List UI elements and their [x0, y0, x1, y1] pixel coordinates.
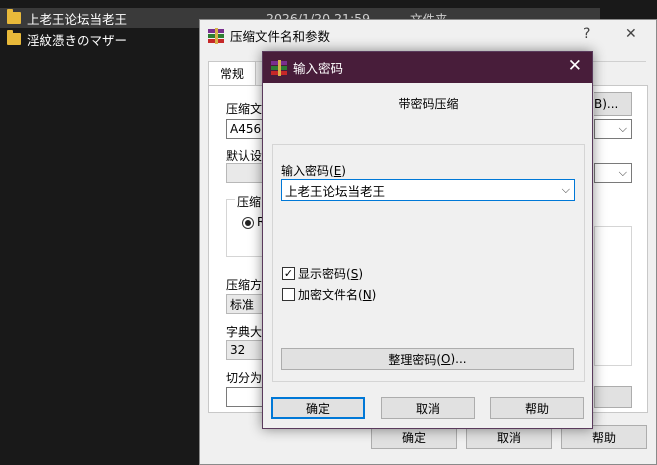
winrar-icon — [271, 59, 287, 76]
show-password-label: 显示密码(S) — [298, 267, 363, 281]
password-input[interactable]: 上老王论坛当老王 ⌵ — [281, 179, 575, 201]
explorer-row-name: 上老王论坛当老王 — [27, 11, 128, 27]
organize-passwords-button[interactable]: 整理密码(O)... — [281, 348, 574, 370]
split-volume-input[interactable] — [226, 387, 266, 407]
set-password-button[interactable] — [594, 386, 632, 408]
cancel-button[interactable]: 取消 — [381, 397, 475, 419]
method-value: 标准 — [230, 297, 255, 312]
encrypt-filenames-checkbox[interactable]: 加密文件名(N) — [282, 286, 376, 303]
explorer-row-name: 淫紋憑きのマザー — [27, 32, 128, 48]
close-icon[interactable]: ✕ — [625, 26, 637, 42]
rar-format-radio[interactable] — [242, 217, 254, 229]
archive-name-label: 压缩文 — [226, 102, 263, 116]
method-dropdown[interactable]: 标准 — [226, 294, 266, 314]
chevron-down-icon: ⌵ — [618, 166, 627, 179]
encrypt-filenames-label: 加密文件名(N) — [298, 288, 377, 302]
enter-password-dialog: 输入密码 ✕ 带密码压缩 输入密码(E) 上老王论坛当老王 ⌵ ✓ 显示密码(S… — [262, 51, 593, 429]
help-button[interactable]: 帮助 — [490, 397, 584, 419]
winrar-icon — [208, 27, 224, 44]
password-dialog-titlebar[interactable]: 输入密码 ✕ — [263, 52, 592, 83]
dictionary-dropdown[interactable]: 32 — [226, 340, 266, 360]
archive-name-dropdown[interactable]: ⌵ — [594, 119, 632, 139]
password-value: 上老王论坛当老王 — [285, 183, 386, 199]
show-password-checkbox[interactable]: ✓ 显示密码(S) — [282, 265, 363, 282]
options-groupbox — [594, 226, 632, 366]
help-icon[interactable]: ? — [583, 26, 590, 42]
checkmark-icon[interactable]: ✓ — [282, 267, 295, 280]
browse-button[interactable]: B)... — [594, 92, 632, 116]
browse-button-label: B)... — [594, 97, 619, 111]
password-label: 输入密码(E) — [281, 164, 346, 178]
dictionary-label: 字典大 — [226, 325, 263, 339]
close-icon[interactable]: ✕ — [568, 56, 582, 76]
chevron-down-icon: ⌵ — [618, 122, 627, 135]
password-dialog-heading: 带密码压缩 — [398, 97, 459, 111]
chevron-down-icon[interactable]: ⌵ — [562, 183, 570, 197]
tab-general[interactable]: 常规 — [208, 61, 256, 85]
main-dialog-titlebar[interactable]: 压缩文件名和参数 ? ✕ — [200, 20, 656, 51]
password-dialog-title: 输入密码 — [293, 61, 344, 76]
main-dialog-title: 压缩文件名和参数 — [230, 29, 331, 44]
ok-button[interactable]: 确定 — [271, 397, 365, 419]
folder-icon — [7, 30, 21, 45]
method-label: 压缩方 — [226, 278, 263, 292]
default-profile-label: 默认设 — [226, 149, 263, 163]
update-mode-dropdown[interactable]: ⌵ — [594, 163, 632, 183]
checkbox-box[interactable] — [282, 288, 295, 301]
format-group-label: 压缩 — [235, 193, 264, 210]
folder-icon — [7, 9, 21, 24]
split-label: 切分为 — [226, 371, 263, 385]
dictionary-value: 32 — [230, 343, 246, 357]
profile-button[interactable] — [226, 163, 264, 183]
